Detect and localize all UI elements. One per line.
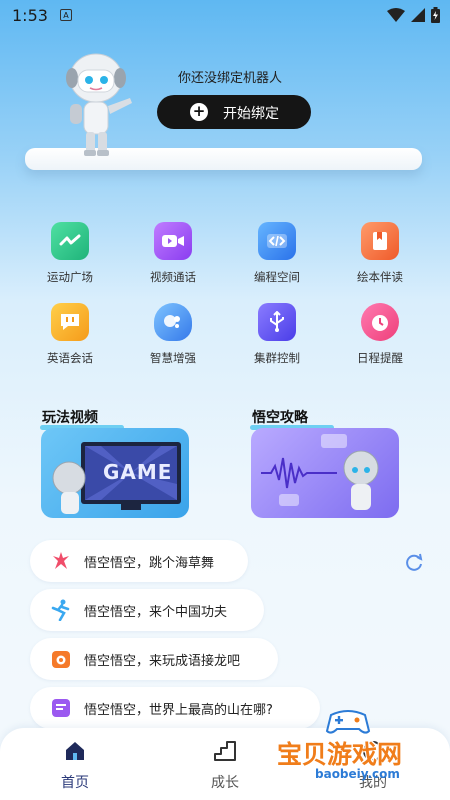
- notification-a-icon: A: [59, 9, 72, 21]
- code-icon: [258, 222, 296, 260]
- status-time: 1:53: [12, 5, 48, 25]
- start-binding-button[interactable]: + 开始绑定: [157, 95, 311, 129]
- prompt-text: 悟空悟空，来玩成语接龙吧: [84, 653, 241, 669]
- voice-prompt-item[interactable]: 悟空悟空，来玩成语接龙吧: [30, 638, 278, 680]
- prompt-text: 悟空悟空，跳个海草舞: [84, 555, 215, 571]
- usb-icon: [258, 303, 296, 341]
- tab-home[interactable]: 首页: [40, 738, 110, 792]
- alarm-icon: [361, 303, 399, 341]
- wukong-guide-card[interactable]: [251, 428, 399, 518]
- feature-sports-square[interactable]: 运动广场: [25, 222, 115, 285]
- watermark-url: baobeiy.com: [315, 767, 400, 781]
- status-bar: 1:53 A: [0, 0, 450, 30]
- prompt-text: 悟空悟空，来个中国功夫: [84, 604, 228, 620]
- feature-picture-book[interactable]: 绘本伴读: [335, 222, 425, 285]
- feature-cluster-control[interactable]: 集群控制: [232, 303, 322, 366]
- tab-label: 成长: [211, 775, 239, 791]
- growth-steps-icon: [214, 741, 236, 761]
- voice-prompt-item[interactable]: 悟空悟空，跳个海草舞: [30, 540, 248, 582]
- bind-hint-text: 你还没绑定机器人: [178, 71, 283, 86]
- signal-icon: [411, 8, 425, 22]
- chat-icon: [51, 303, 89, 341]
- feature-label: 编程空间: [254, 270, 300, 284]
- watermark-text: 宝贝游戏网: [277, 740, 403, 769]
- gameplay-video-card[interactable]: GAME: [41, 428, 189, 518]
- feature-video-call[interactable]: 视频通话: [128, 222, 218, 285]
- voice-prompt-item[interactable]: 悟空悟空，来个中国功夫: [30, 589, 264, 631]
- battery-icon: [431, 7, 440, 23]
- plus-icon: +: [190, 103, 208, 121]
- feature-label: 集群控制: [254, 351, 300, 365]
- start-binding-label: 开始绑定: [223, 106, 279, 122]
- question-icon: [50, 697, 72, 719]
- idiom-icon: [50, 648, 72, 670]
- voice-wave-illustration: [261, 434, 379, 510]
- feature-coding-space[interactable]: 编程空间: [232, 222, 322, 285]
- feature-english-chat[interactable]: 英语会话: [25, 303, 115, 366]
- status-icons: [387, 7, 440, 23]
- feature-label: 英语会话: [47, 351, 93, 365]
- kungfu-icon: [50, 599, 72, 621]
- tab-growth[interactable]: 成长: [190, 738, 260, 792]
- watermark-logo: 宝贝游戏网 baobeiy.com: [275, 705, 445, 795]
- book-icon: [361, 222, 399, 260]
- feature-label: 运动广场: [47, 270, 93, 284]
- wifi-icon: [387, 8, 405, 22]
- gamepad-icon: [325, 710, 371, 734]
- feature-label: 视频通话: [150, 270, 196, 284]
- robot-illustration: [66, 53, 132, 156]
- brain-icon: [154, 303, 192, 341]
- dance-icon: [50, 550, 72, 572]
- pulse-icon: [51, 222, 89, 260]
- home-icon: [66, 742, 84, 760]
- tab-label: 首页: [61, 775, 89, 791]
- game-text: GAME: [103, 460, 173, 484]
- section-title-guide: 悟空攻略: [250, 407, 334, 430]
- refresh-icon[interactable]: [404, 552, 424, 572]
- feature-label: 智慧增强: [150, 351, 196, 365]
- prompt-text: 悟空悟空，世界上最高的山在哪?: [84, 702, 273, 718]
- feature-label: 日程提醒: [357, 351, 403, 365]
- feature-smart-enhance[interactable]: 智慧增强: [128, 303, 218, 366]
- feature-schedule-reminder[interactable]: 日程提醒: [335, 303, 425, 366]
- section-title-videos: 玩法视频: [40, 407, 124, 430]
- video-icon: [154, 222, 192, 260]
- feature-label: 绘本伴读: [357, 270, 403, 284]
